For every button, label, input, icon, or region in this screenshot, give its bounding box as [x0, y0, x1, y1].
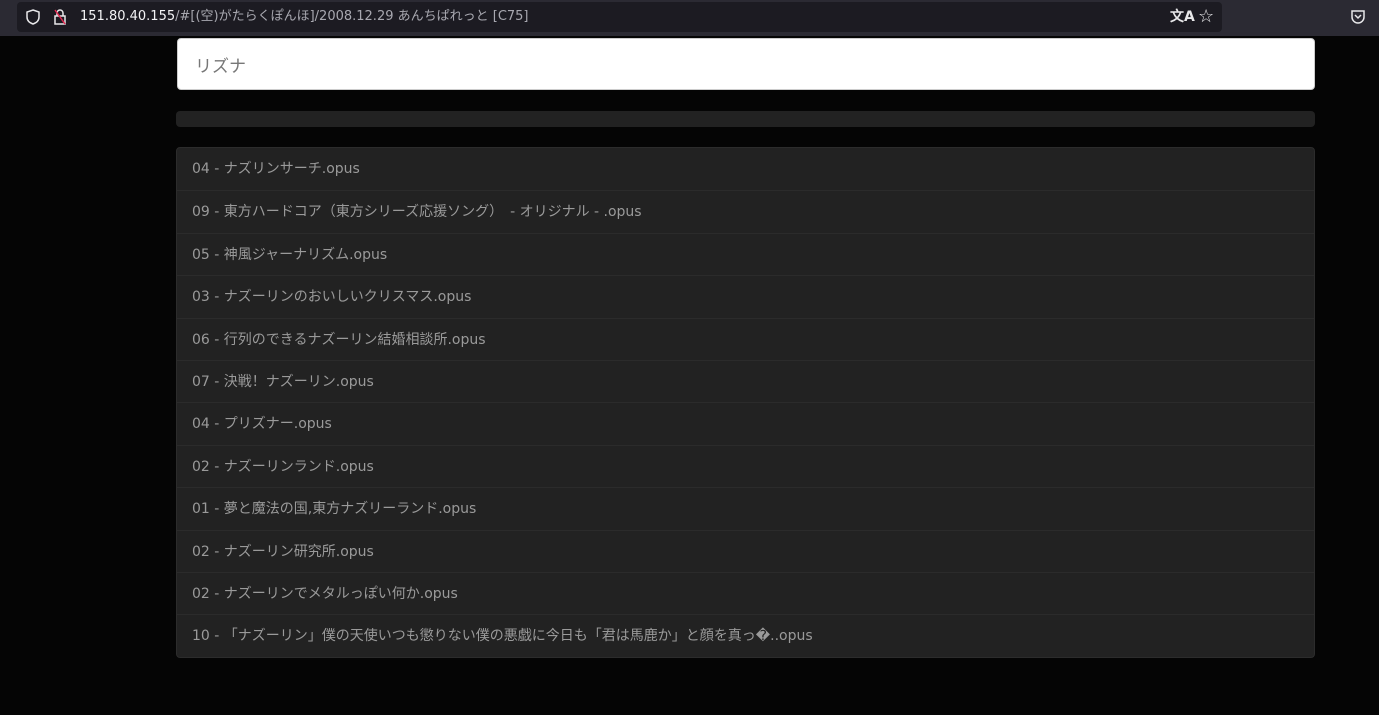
track-list-item[interactable]: 09 - 東方ハードコア（東方シリーズ応援ソング） - オリジナル - .opu… — [177, 190, 1314, 232]
progress-bar — [176, 111, 1315, 127]
track-list-item[interactable]: 03 - ナズーリンのおいしいクリスマス.opus — [177, 275, 1314, 317]
url-text[interactable]: 151.80.40.155/#[(空)がたらくぽんほ]/2008.12.29 あ… — [80, 2, 529, 32]
track-list: 04 - ナズリンサーチ.opus 09 - 東方ハードコア（東方シリーズ応援ソン… — [176, 147, 1315, 658]
translate-icon[interactable]: 文A — [1170, 2, 1195, 32]
track-list-item[interactable]: 02 - ナズーリンでメタルっぽい何か.opus — [177, 571, 1314, 614]
track-list-item[interactable]: 07 - 決戦！ナズーリン.opus — [177, 359, 1314, 402]
track-list-item[interactable]: 01 - 夢と魔法の国,東方ナズリーランド.opus — [177, 487, 1314, 529]
track-list-item[interactable]: 02 - ナズーリン研究所.opus — [177, 529, 1314, 572]
browser-toolbar: 151.80.40.155/#[(空)がたらくぽんほ]/2008.12.29 あ… — [0, 0, 1379, 36]
track-list-item[interactable]: 04 - ナズリンサーチ.opus — [177, 148, 1314, 190]
url-host: 151.80.40.155 — [80, 9, 176, 24]
search-box — [177, 38, 1315, 90]
track-list-item[interactable]: 05 - 神風ジャーナリズム.opus — [177, 232, 1314, 275]
star-bookmark-icon[interactable]: ☆ — [1198, 2, 1214, 32]
pocket-icon[interactable] — [1350, 2, 1366, 42]
search-input[interactable] — [178, 39, 1314, 89]
track-list-item[interactable]: 06 - 行列のできるナズーリン結婚相談所.opus — [177, 317, 1314, 360]
track-list-item[interactable]: 02 - ナズーリンランド.opus — [177, 444, 1314, 487]
insecure-lock-icon[interactable] — [52, 2, 68, 42]
shield-icon[interactable] — [25, 2, 41, 42]
track-list-item[interactable]: 10 - 「ナズーリン」僕の天使いつも懲りない僕の悪戯に今日も「君は馬鹿か」と顔… — [177, 614, 1314, 656]
url-path: /#[(空)がたらくぽんほ]/2008.12.29 あんちぱれっと [C75] — [175, 9, 529, 24]
track-list-item[interactable]: 04 - プリズナー.opus — [177, 402, 1314, 444]
